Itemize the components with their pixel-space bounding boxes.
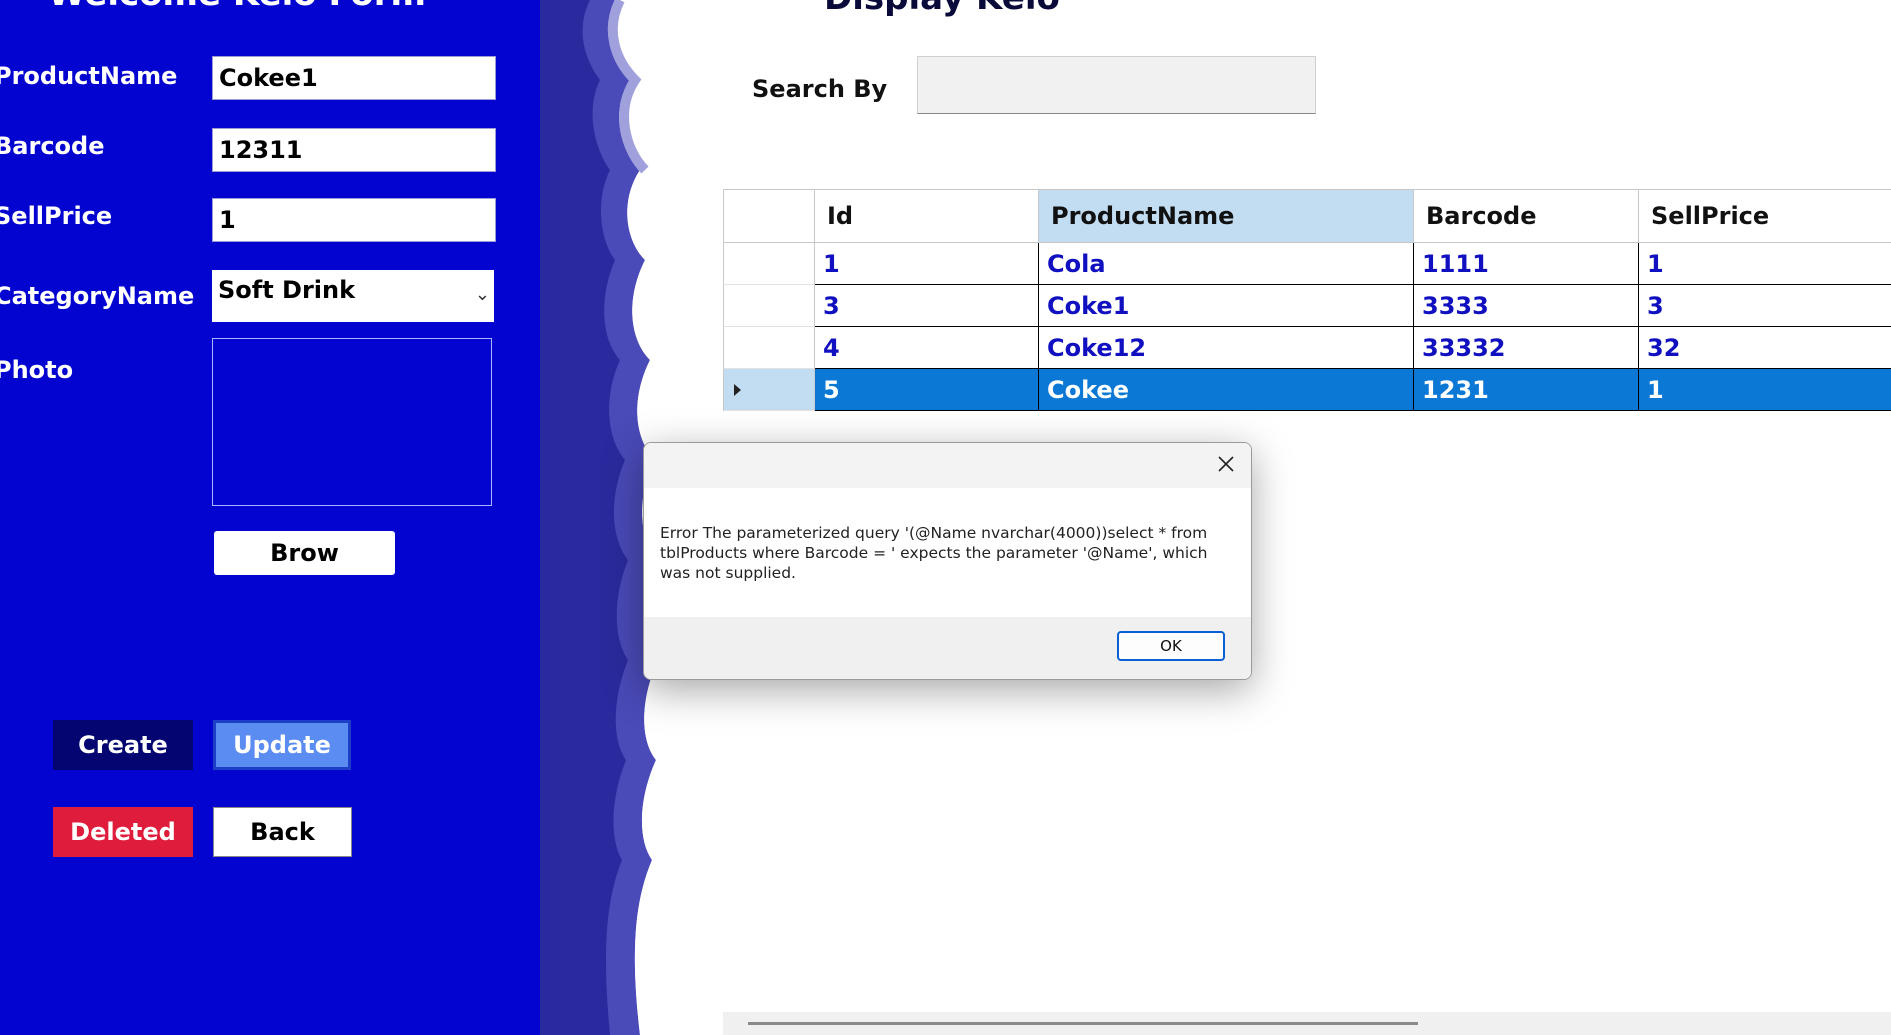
chevron-down-icon: ⌄ (474, 284, 490, 305)
category-select[interactable]: Soft Drink ⌄ (212, 270, 494, 322)
column-header-barcode[interactable]: Barcode (1414, 189, 1639, 243)
grid-corner-cell (723, 189, 815, 243)
table-row[interactable]: 1 Cola 1111 1 (723, 243, 1891, 285)
row-header[interactable] (723, 285, 815, 327)
cell-id[interactable]: 1 (815, 243, 1039, 285)
create-button[interactable]: Create (53, 720, 193, 770)
cell-barcode[interactable]: 3333 (1414, 285, 1639, 327)
category-name-label: CategoryName (0, 282, 195, 310)
column-header-sell-price[interactable]: SellPrice (1639, 189, 1891, 243)
display-title: Display Kelo (824, 0, 1060, 18)
app-window: Welcome Kelo Form ProductName Cokee1 Bar… (0, 0, 1891, 1035)
table-row[interactable]: 3 Coke1 3333 3 (723, 285, 1891, 327)
cell-product-name[interactable]: Cola (1039, 243, 1414, 285)
ok-button[interactable]: OK (1117, 631, 1225, 661)
cell-sell-price[interactable]: 1 (1639, 243, 1891, 285)
row-header[interactable] (723, 243, 815, 285)
cell-sell-price[interactable]: 32 (1639, 327, 1891, 369)
update-button[interactable]: Update (213, 720, 351, 770)
cell-barcode[interactable]: 1111 (1414, 243, 1639, 285)
products-grid[interactable]: Id ProductName Barcode SellPrice 1 Cola … (723, 189, 1891, 411)
cell-product-name[interactable]: Coke1 (1039, 285, 1414, 327)
cell-id[interactable]: 3 (815, 285, 1039, 327)
category-select-value: Soft Drink (218, 276, 356, 304)
barcode-input[interactable]: 12311 (212, 128, 496, 172)
cell-product-name[interactable]: Coke12 (1039, 327, 1414, 369)
row-header[interactable] (723, 369, 815, 411)
barcode-label: Barcode (0, 132, 105, 160)
error-dialog: Error The parameterized query '(@Name nv… (643, 442, 1252, 680)
sell-price-input[interactable]: 1 (212, 198, 496, 242)
close-icon[interactable] (1213, 451, 1239, 477)
table-row-selected[interactable]: 5 Cokee 1231 1 (723, 369, 1891, 411)
grid-header-row: Id ProductName Barcode SellPrice (723, 189, 1891, 243)
product-name-input[interactable]: Cokee1 (212, 56, 496, 100)
column-header-product-name[interactable]: ProductName (1039, 189, 1414, 243)
form-title: Welcome Kelo Form (48, 0, 426, 14)
table-row[interactable]: 4 Coke12 33332 32 (723, 327, 1891, 369)
current-row-arrow-icon (734, 383, 741, 396)
dialog-titlebar (644, 443, 1251, 488)
sell-price-label: SellPrice (0, 202, 113, 230)
photo-label: Photo (0, 356, 74, 384)
cell-product-name[interactable]: Cokee (1039, 369, 1414, 411)
cell-id[interactable]: 5 (815, 369, 1039, 411)
back-button[interactable]: Back (213, 807, 352, 857)
product-name-label: ProductName (0, 62, 178, 90)
cell-sell-price[interactable]: 3 (1639, 285, 1891, 327)
cell-barcode[interactable]: 33332 (1414, 327, 1639, 369)
row-header[interactable] (723, 327, 815, 369)
search-by-label: Search By (752, 75, 888, 103)
cell-sell-price[interactable]: 1 (1639, 369, 1891, 411)
deleted-button[interactable]: Deleted (53, 807, 193, 857)
cell-barcode[interactable]: 1231 (1414, 369, 1639, 411)
search-input[interactable] (917, 56, 1316, 114)
browse-button[interactable]: Brow (214, 531, 395, 575)
cell-id[interactable]: 4 (815, 327, 1039, 369)
column-header-id[interactable]: Id (815, 189, 1039, 243)
scrollbar-thumb[interactable] (748, 1022, 1418, 1025)
dialog-message: Error The parameterized query '(@Name nv… (660, 524, 1208, 582)
photo-preview (212, 338, 492, 506)
form-panel: Welcome Kelo Form ProductName Cokee1 Bar… (0, 0, 620, 1035)
